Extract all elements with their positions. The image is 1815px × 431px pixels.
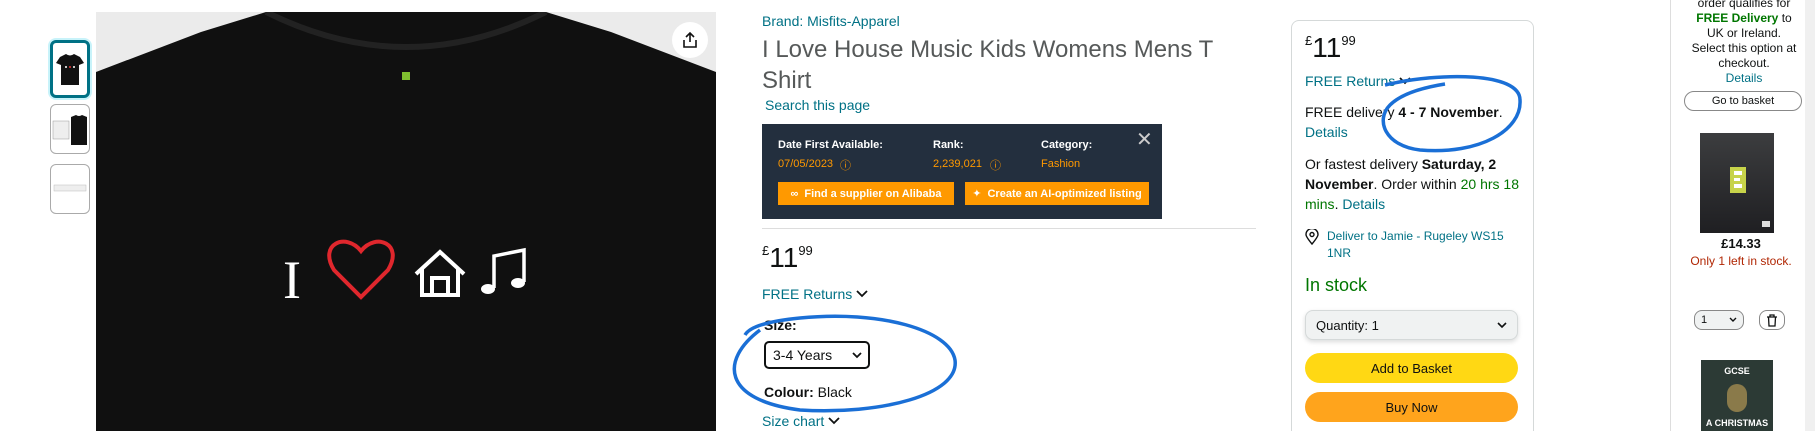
buybox-price: £ 11 99 <box>1305 33 1356 63</box>
share-button[interactable] <box>672 22 708 58</box>
cart-delivery-message: order qualifies for FREE Delivery to UK … <box>1676 0 1812 86</box>
fastest-delivery-info: Or fastest delivery Saturday, 2 November… <box>1305 156 1519 212</box>
cart-msg-line: order qualifies for <box>1697 0 1791 10</box>
delivery-details-link[interactable]: Details <box>1305 124 1348 140</box>
cart-quantity-dropdown[interactable]: 1 <box>1694 310 1744 330</box>
colour-label: Colour: <box>764 384 814 400</box>
quantity-dropdown[interactable]: Quantity: 1 <box>1305 310 1518 340</box>
quantity-label: Quantity: 1 <box>1316 317 1379 333</box>
info-icon[interactable]: ⓘ <box>840 157 851 173</box>
rank-label: Rank: <box>933 139 964 151</box>
thumbnail-size-chart[interactable] <box>50 164 90 214</box>
buybox-price-whole: 11 <box>1312 32 1342 63</box>
book2-title-bottom: A CHRISTMAS <box>1705 418 1769 428</box>
stock-status: In stock <box>1305 275 1368 295</box>
buybox-free-returns-link[interactable]: FREE Returns <box>1305 73 1411 89</box>
chevron-down-icon <box>1497 321 1507 328</box>
go-to-basket-button[interactable]: Go to basket <box>1684 91 1802 111</box>
trash-icon <box>1767 313 1777 327</box>
chevron-down-icon <box>828 417 840 425</box>
rank-value: 2,239,021 <box>933 158 982 170</box>
fastest-details-link[interactable]: Details <box>1342 196 1385 212</box>
fastest-prefix: Or fastest delivery <box>1305 156 1422 172</box>
create-listing-label: Create an AI-optimized listing <box>987 187 1142 200</box>
sparkle-icon: ✦ <box>972 188 982 200</box>
find-supplier-label: Find a supplier on Alibaba <box>804 187 942 200</box>
chevron-down-icon <box>1399 77 1411 85</box>
cart-item-image-2[interactable]: GCSE A CHRISTMAS <box>1701 360 1773 431</box>
cart-item-price: £14.33 <box>1721 236 1761 251</box>
free-returns-label: FREE Returns <box>762 286 853 302</box>
cart-qty-value: 1 <box>1701 314 1708 326</box>
location-pin-icon <box>1305 229 1319 245</box>
price-fraction: 99 <box>798 243 813 258</box>
thumbnail-front-back[interactable] <box>50 104 90 154</box>
book2-portrait <box>1727 384 1747 412</box>
buy-now-button[interactable]: Buy Now <box>1305 392 1518 422</box>
product-main-image[interactable]: I <box>96 12 716 431</box>
divider <box>762 228 1256 229</box>
cart-msg-select: Select this option at checkout. <box>1691 41 1797 70</box>
create-listing-button[interactable]: ✦ Create an AI-optimized listing <box>965 182 1149 205</box>
delivery-suffix: . <box>1498 104 1503 120</box>
order-within-prefix: . Order within <box>1373 176 1461 192</box>
buybox-price-fraction: 99 <box>1341 33 1356 48</box>
deliver-to-label: Deliver to Jamie - Rugeley WS15 1NR <box>1327 229 1504 260</box>
date-first-available-label: Date First Available: <box>778 139 883 151</box>
cart-msg-to: to <box>1781 11 1792 25</box>
book2-title-top: GCSE <box>1724 366 1750 376</box>
search-this-page-link[interactable]: Search this page <box>765 97 870 113</box>
size-chart-label: Size chart <box>762 413 825 429</box>
add-to-basket-button[interactable]: Add to Basket <box>1305 353 1518 383</box>
free-returns-link[interactable]: FREE Returns <box>762 286 868 302</box>
delivery-dates: 4 - 7 November <box>1398 104 1499 120</box>
delete-item-button[interactable] <box>1759 310 1785 330</box>
category-value: Fashion <box>1041 158 1081 170</box>
buybox-currency: £ <box>1305 33 1313 48</box>
date-first-available-value: 07/05/2023 <box>778 158 834 170</box>
chevron-down-icon <box>852 351 862 358</box>
brand-link[interactable]: Brand: Misfits-Apparel <box>762 13 900 29</box>
size-dropdown[interactable]: 3-4 Years <box>764 341 870 369</box>
svg-text:I: I <box>283 250 301 310</box>
delivery-info: FREE delivery 4 - 7 November. Details <box>1305 102 1525 142</box>
seller-tools-panel: Date First Available: 07/05/2023 ⓘ Rank:… <box>762 124 1162 219</box>
thumbnail-front-black[interactable] <box>50 40 90 98</box>
size-label: Size: <box>764 317 797 333</box>
alibaba-icon: ∞ <box>790 187 799 200</box>
info-icon[interactable]: ⓘ <box>990 157 1001 173</box>
price-whole: 11 <box>769 242 799 273</box>
size-chart-link[interactable]: Size chart <box>762 413 840 429</box>
delivery-prefix: FREE delivery <box>1305 104 1399 120</box>
cart-msg-region: UK or Ireland. <box>1706 26 1782 40</box>
close-icon[interactable]: ✕ <box>1136 130 1153 150</box>
product-title: I Love House Music Kids Womens Mens T Sh… <box>762 36 1213 94</box>
chevron-down-icon <box>1729 317 1737 322</box>
deliver-to-link[interactable]: Deliver to Jamie - Rugeley WS15 1NR <box>1305 228 1525 262</box>
chevron-down-icon <box>856 290 868 298</box>
size-selected-value: 3-4 Years <box>773 347 833 363</box>
find-supplier-button[interactable]: ∞ Find a supplier on Alibaba <box>778 182 954 205</box>
product-price: £ 11 99 <box>762 243 813 273</box>
buybox-free-returns-label: FREE Returns <box>1305 73 1396 89</box>
colour-value: Black <box>817 384 852 400</box>
cart-details-link[interactable]: Details <box>1726 71 1763 85</box>
cart-item-image[interactable] <box>1700 133 1774 233</box>
cart-free-delivery: FREE Delivery <box>1696 11 1779 25</box>
price-currency: £ <box>762 243 770 258</box>
category-label: Category: <box>1041 139 1093 151</box>
share-icon <box>683 31 697 48</box>
colour-row: Colour: Black <box>764 384 852 400</box>
cart-item-stock: Only 1 left in stock. <box>1690 254 1792 268</box>
